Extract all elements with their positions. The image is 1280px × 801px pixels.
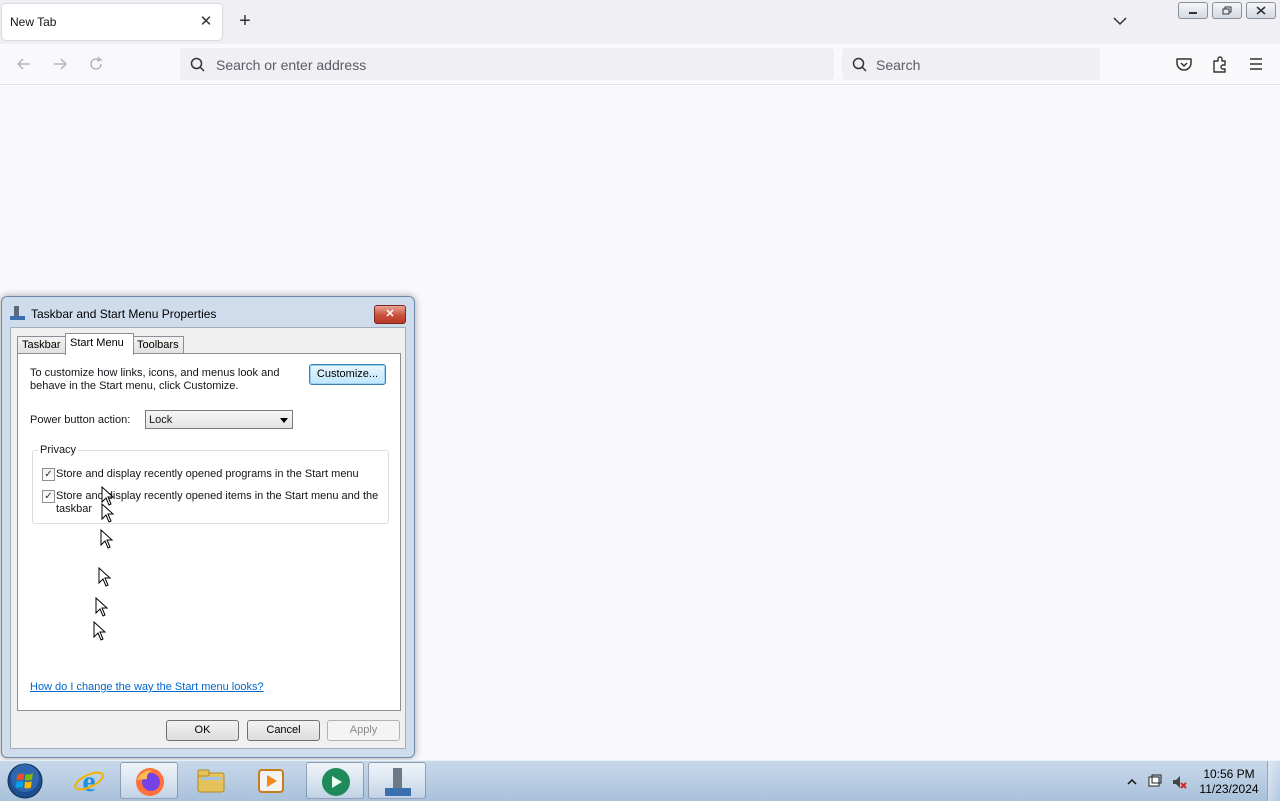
back-arrow-icon (16, 58, 30, 70)
minimize-button[interactable] (1178, 2, 1208, 19)
file-explorer-icon (197, 769, 225, 793)
svg-text:e: e (82, 765, 95, 797)
dialog-body: Taskbar Start Menu Toolbars To customize… (10, 327, 406, 749)
clock-date: 11/23/2024 (1199, 782, 1259, 796)
address-bar[interactable] (180, 48, 834, 82)
navigation-toolbar (0, 44, 1280, 85)
chevron-down-icon (1113, 17, 1127, 26)
power-button-label: Power button action: (30, 414, 131, 426)
start-orb[interactable] (6, 762, 44, 800)
close-window-button[interactable] (1246, 2, 1276, 19)
extensions-button[interactable] (1210, 54, 1230, 74)
pocket-icon (1176, 58, 1192, 71)
search-icon (190, 57, 205, 72)
start-menu-help-link[interactable]: How do I change the way the Start menu l… (30, 681, 264, 693)
tab-title: New Tab (10, 15, 57, 29)
taskbar-internet-explorer[interactable]: e (60, 762, 118, 799)
checkmark-icon: ✓ (44, 469, 53, 480)
cancel-button[interactable]: Cancel (247, 720, 320, 741)
tab-new-tab[interactable]: New Tab ✕ (2, 4, 222, 40)
power-button-value: Lock (149, 414, 173, 426)
dialog-title: Taskbar and Start Menu Properties (31, 307, 217, 321)
privacy-group-label: Privacy (38, 444, 79, 456)
mouse-cursor-icon (98, 567, 112, 587)
ok-button[interactable]: OK (166, 720, 239, 741)
firefox-icon (136, 768, 164, 796)
show-hidden-icons-icon[interactable] (1124, 774, 1140, 790)
system-clock[interactable]: 10:56 PM 11/23/2024 (1192, 767, 1266, 797)
taskbar-properties-icon (10, 306, 25, 320)
restore-button[interactable] (1212, 2, 1242, 19)
recent-items-checkbox[interactable]: ✓ (42, 490, 55, 503)
windows-taskbar: e 10:56 PM 11/23/2024 (0, 760, 1280, 801)
dropdown-arrow-icon (280, 418, 288, 423)
pocket-button[interactable] (1174, 54, 1194, 74)
search-icon (852, 57, 867, 72)
tab-start-menu[interactable]: Start Menu (65, 333, 134, 355)
new-tab-button[interactable]: + (234, 10, 256, 32)
apply-button[interactable]: Apply (327, 720, 400, 741)
clock-time: 10:56 PM (1203, 767, 1255, 781)
tab-taskbar[interactable]: Taskbar (17, 336, 67, 354)
mouse-cursor-icon (101, 503, 115, 523)
mouse-cursor-icon (95, 597, 109, 617)
mouse-cursor-icon (93, 621, 107, 641)
app-menu-button[interactable] (1246, 54, 1266, 74)
minimize-icon (1189, 11, 1197, 14)
taskbar-firefox[interactable] (120, 762, 178, 799)
restore-icon (1222, 6, 1232, 15)
recent-programs-checkbox[interactable]: ✓ (42, 468, 55, 481)
reload-icon (90, 56, 103, 70)
window-controls (1178, 2, 1280, 19)
taskbar-properties-icon (385, 768, 411, 796)
search-bar[interactable] (842, 48, 1100, 82)
puzzle-icon (1213, 56, 1226, 73)
recent-programs-label[interactable]: Store and display recently opened progra… (56, 468, 376, 481)
internet-explorer-icon: e (74, 765, 104, 797)
tab-strip: New Tab ✕ + (0, 0, 1280, 44)
list-all-tabs-button[interactable] (1110, 10, 1130, 32)
checkmark-icon: ✓ (44, 491, 53, 502)
tab-toolbars[interactable]: Toolbars (132, 336, 184, 354)
forward-arrow-icon (54, 58, 68, 70)
show-desktop-button[interactable] (1267, 761, 1280, 801)
power-button-action-select[interactable]: Lock (145, 410, 293, 429)
taskbar-start-menu-properties-dialog: Taskbar and Start Menu Properties ✕ Task… (1, 296, 415, 758)
taskbar-properties-window[interactable] (368, 762, 426, 799)
forward-button[interactable] (50, 54, 70, 74)
reload-button[interactable] (86, 54, 106, 74)
media-center-icon (322, 768, 350, 796)
back-button[interactable] (14, 54, 34, 74)
close-tab-icon[interactable]: ✕ (196, 12, 216, 32)
start-menu-tab-panel: To customize how links, icons, and menus… (17, 353, 401, 711)
customize-description: To customize how links, icons, and menus… (30, 367, 280, 392)
volume-muted-icon[interactable] (1171, 774, 1187, 790)
dialog-titlebar[interactable]: Taskbar and Start Menu Properties ✕ (2, 297, 414, 327)
hamburger-menu-icon (1250, 58, 1262, 70)
taskbar-file-explorer[interactable] (182, 762, 240, 799)
mouse-cursor-icon (100, 529, 114, 549)
customize-button[interactable]: Customize... (309, 364, 386, 385)
taskbar-media-player[interactable] (242, 762, 300, 799)
action-center-icon[interactable] (1147, 774, 1163, 790)
dialog-close-button[interactable]: ✕ (374, 305, 406, 324)
close-icon: ✕ (385, 308, 395, 320)
media-player-icon (258, 769, 284, 793)
taskbar-media-center[interactable] (306, 762, 364, 799)
close-icon (1256, 6, 1266, 15)
address-input[interactable] (214, 48, 778, 82)
search-input[interactable] (874, 48, 1078, 82)
